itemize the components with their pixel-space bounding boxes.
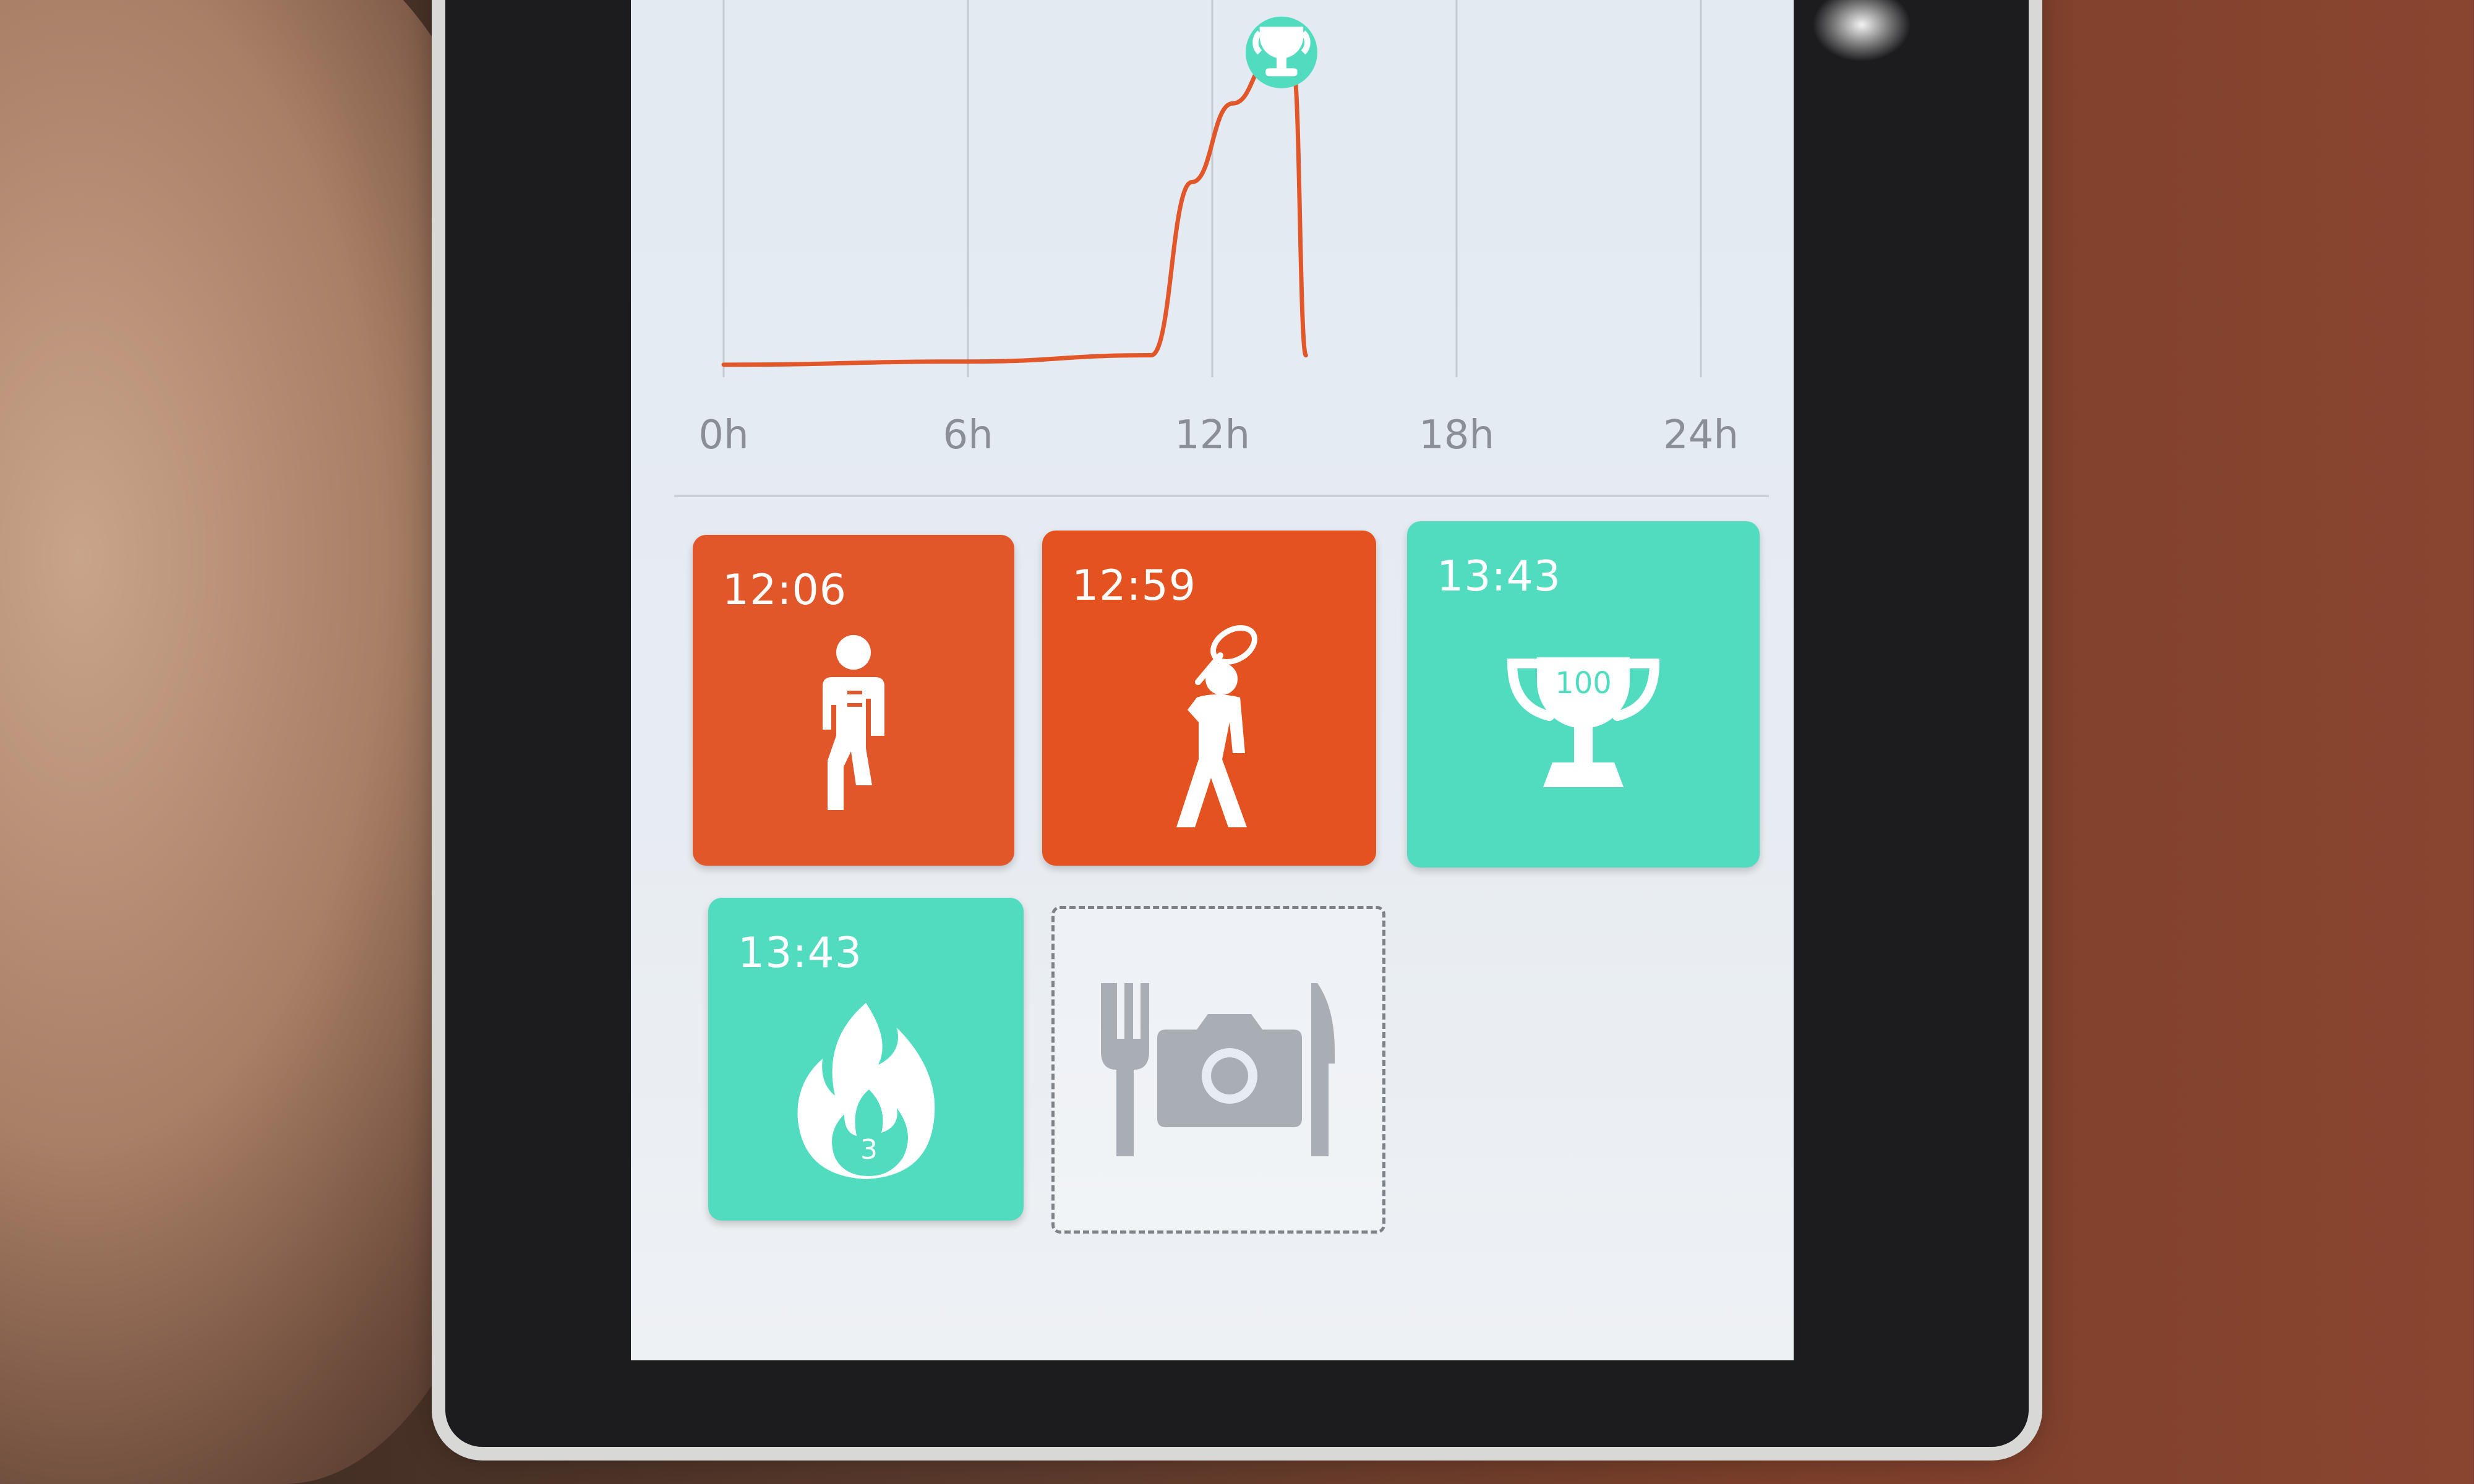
goal-marker[interactable] [1245, 16, 1317, 88]
x-tick-label: 0h [698, 412, 748, 458]
achievement-tile-trophy[interactable]: 13:43 100 [1407, 521, 1760, 868]
tile-time: 12:59 [1072, 561, 1196, 610]
streak-badge-text: 3 [860, 1134, 878, 1166]
x-tick-label: 24h [1663, 412, 1739, 458]
activity-chart: 0h 6h 12h 18h 24h [698, 0, 1739, 458]
screen-glare [1812, 0, 1911, 62]
tile-time: 13:43 [738, 929, 862, 978]
add-meal-photo-tile[interactable] [1051, 906, 1385, 1234]
flame-icon: 3 [797, 1003, 935, 1179]
activity-tile-tennis[interactable]: 12:59 [1042, 531, 1376, 866]
x-tick-label: 12h [1175, 412, 1250, 458]
trophy-icon: 100 [1507, 657, 1660, 787]
achievement-tile-streak[interactable]: 13:43 3 [708, 898, 1024, 1221]
trophy-badge-text: 100 [1555, 666, 1612, 701]
x-tick-label: 18h [1419, 412, 1494, 458]
section-divider [674, 495, 1769, 497]
tile-time: 13:43 [1437, 552, 1561, 601]
x-tick-label: 6h [943, 412, 993, 458]
meal-camera-icon [1101, 983, 1335, 1156]
app-screen: 0h 6h 12h 18h 24h 12:06 12:59 13:43 100 … [631, 0, 1794, 1360]
running-icon [823, 635, 884, 810]
tennis-icon [1176, 625, 1257, 827]
tile-time: 12:06 [722, 566, 847, 615]
activity-line [721, 54, 1308, 367]
activity-tile-running[interactable]: 12:06 [693, 535, 1014, 866]
